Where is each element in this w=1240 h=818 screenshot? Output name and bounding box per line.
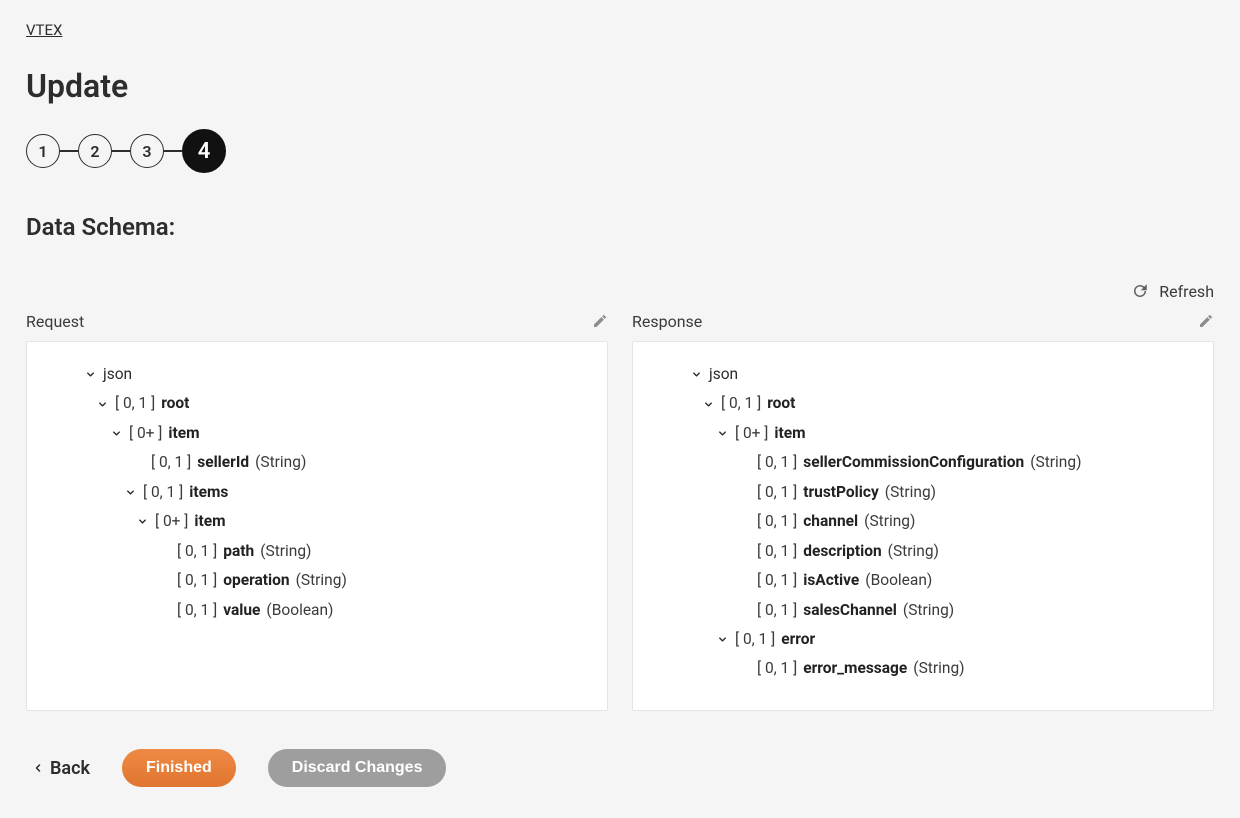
step-connector — [112, 150, 130, 152]
schema-name: operation — [223, 566, 289, 595]
schema-card: [ 0, 1 ] — [721, 389, 761, 418]
chevron-down-icon[interactable] — [83, 369, 97, 380]
schema-name: root — [767, 389, 795, 418]
schema-type: (String) — [885, 478, 936, 507]
schema-card: [ 0+ ] — [129, 419, 162, 448]
schema-name: trustPolicy — [803, 478, 879, 507]
schema-card: [ 0, 1 ] — [757, 537, 797, 566]
edit-response-icon[interactable] — [1198, 313, 1214, 329]
schema-name: sellerCommissionConfiguration — [803, 448, 1024, 477]
chevron-down-icon[interactable] — [715, 634, 729, 645]
schema-type: (String) — [903, 596, 954, 625]
schema-card: [ 0, 1 ] — [757, 448, 797, 477]
schema-card: [ 0, 1 ] — [115, 389, 155, 418]
schema-type: (String) — [296, 566, 347, 595]
response-panel: json [ 0, 1 ] root [ 0+ ] item [ 0, 1 ] … — [632, 341, 1214, 711]
chevron-down-icon[interactable] — [95, 399, 109, 410]
step-4[interactable]: 4 — [182, 129, 226, 173]
schema-name: error_message — [803, 654, 907, 683]
schema-card: [ 0, 1 ] — [177, 596, 217, 625]
discard-button[interactable]: Discard Changes — [268, 749, 447, 787]
back-button[interactable]: Back — [32, 758, 90, 779]
step-connector — [60, 150, 78, 152]
edit-request-icon[interactable] — [592, 313, 608, 329]
schema-card: [ 0, 1 ] — [757, 566, 797, 595]
chevron-left-icon — [32, 762, 44, 774]
schema-name: description — [803, 537, 881, 566]
request-label: Request — [26, 312, 84, 331]
section-label: Data Schema: — [26, 213, 1214, 241]
schema-card: [ 0, 1 ] — [757, 596, 797, 625]
schema-node-label: json — [103, 360, 132, 389]
chevron-down-icon[interactable] — [135, 516, 149, 527]
schema-node-label: json — [709, 360, 738, 389]
brand-link[interactable]: VTEX — [26, 21, 62, 39]
schema-name: salesChannel — [803, 596, 897, 625]
schema-name: isActive — [803, 566, 859, 595]
chevron-down-icon[interactable] — [109, 428, 123, 439]
schema-card: [ 0+ ] — [735, 419, 768, 448]
chevron-down-icon[interactable] — [701, 399, 715, 410]
schema-type: (String) — [864, 507, 915, 536]
schema-card: [ 0+ ] — [155, 507, 188, 536]
schema-type: (String) — [913, 654, 964, 683]
page-title: Update — [26, 67, 1214, 105]
chevron-down-icon[interactable] — [123, 487, 137, 498]
schema-card: [ 0, 1 ] — [143, 478, 183, 507]
schema-card: [ 0, 1 ] — [177, 566, 217, 595]
chevron-down-icon[interactable] — [689, 369, 703, 380]
schema-type: (String) — [260, 537, 311, 566]
schema-name: sellerId — [197, 448, 249, 477]
schema-card: [ 0, 1 ] — [735, 625, 775, 654]
schema-card: [ 0, 1 ] — [151, 448, 191, 477]
request-panel: json [ 0, 1 ] root [ 0+ ] item [ 0, 1 ] … — [26, 341, 608, 711]
step-1[interactable]: 1 — [26, 134, 60, 168]
schema-card: [ 0, 1 ] — [757, 478, 797, 507]
stepper: 1 2 3 4 — [26, 129, 1214, 173]
step-3[interactable]: 3 — [130, 134, 164, 168]
schema-name: item — [168, 419, 199, 448]
back-label: Back — [50, 758, 90, 779]
schema-name: error — [781, 625, 815, 654]
schema-card: [ 0, 1 ] — [757, 507, 797, 536]
schema-name: value — [223, 596, 260, 625]
schema-name: item — [194, 507, 225, 536]
schema-name: channel — [803, 507, 858, 536]
chevron-down-icon[interactable] — [715, 428, 729, 439]
step-connector — [164, 150, 182, 152]
schema-type: (Boolean) — [865, 566, 932, 595]
schema-type: (String) — [1030, 448, 1081, 477]
schema-card: [ 0, 1 ] — [177, 537, 217, 566]
schema-type: (String) — [888, 537, 939, 566]
schema-card: [ 0, 1 ] — [757, 654, 797, 683]
schema-name: root — [161, 389, 189, 418]
schema-name: item — [774, 419, 805, 448]
schema-type: (String) — [255, 448, 306, 477]
refresh-icon[interactable] — [1131, 282, 1149, 300]
schema-name: path — [223, 537, 254, 566]
finished-button[interactable]: Finished — [122, 749, 236, 787]
response-label: Response — [632, 312, 702, 331]
schema-type: (Boolean) — [266, 596, 333, 625]
step-2[interactable]: 2 — [78, 134, 112, 168]
schema-name: items — [189, 478, 228, 507]
refresh-label[interactable]: Refresh — [1159, 282, 1214, 301]
